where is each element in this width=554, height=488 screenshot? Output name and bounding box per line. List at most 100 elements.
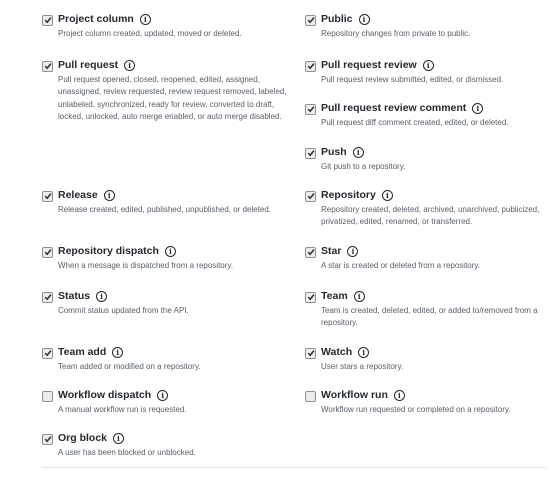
event-description: Pull request review submitted, edited, o…: [321, 75, 504, 84]
info-icon[interactable]: i: [393, 389, 405, 401]
event-description: A star is created or deleted from a repo…: [321, 261, 481, 270]
event-description: Pull request diff comment created, edite…: [321, 118, 509, 127]
event-description: Repository changes from private to publi…: [321, 29, 471, 38]
repository-checkbox[interactable]: [305, 190, 316, 202]
team-checkbox[interactable]: [305, 291, 316, 303]
checkmark-icon: [44, 63, 52, 70]
event-repository-dispatch: Repository dispatch i When a message is …: [42, 244, 292, 272]
info-icon[interactable]: i: [381, 189, 393, 201]
info-icon[interactable]: i: [347, 245, 359, 257]
project-column-checkbox[interactable]: [42, 14, 53, 26]
section-divider: [42, 467, 547, 468]
public-checkbox[interactable]: [305, 14, 316, 26]
checkmark-icon: [307, 350, 315, 357]
checkmark-icon: [44, 436, 52, 443]
org-block-checkbox[interactable]: [42, 433, 53, 445]
checkmark-icon: [307, 106, 315, 113]
event-title[interactable]: Repository: [321, 189, 376, 201]
event-pull-request-review: Pull request review i Pull request revie…: [305, 58, 550, 86]
event-title[interactable]: Push: [321, 146, 347, 158]
event-title[interactable]: Status: [58, 290, 90, 302]
event-title[interactable]: Release: [58, 189, 98, 201]
event-title[interactable]: Org block: [58, 432, 107, 444]
checkmark-icon: [44, 17, 52, 24]
event-title[interactable]: Watch: [321, 346, 352, 358]
status-checkbox[interactable]: [42, 291, 53, 303]
event-project-column: Project column i Project column created,…: [42, 12, 292, 40]
star-checkbox[interactable]: [305, 246, 316, 258]
repository-dispatch-checkbox[interactable]: [42, 246, 53, 258]
event-status: Status i Commit status updated from the …: [42, 289, 292, 317]
event-title[interactable]: Star: [321, 245, 341, 257]
pull-request-checkbox[interactable]: [42, 60, 53, 72]
event-title[interactable]: Pull request: [58, 59, 118, 71]
event-title[interactable]: Team: [321, 290, 348, 302]
info-icon[interactable]: i: [472, 102, 484, 114]
info-icon[interactable]: i: [358, 13, 370, 25]
event-push: Push i Git push to a repository.: [305, 145, 550, 173]
push-checkbox[interactable]: [305, 147, 316, 159]
info-icon[interactable]: i: [103, 189, 115, 201]
info-icon[interactable]: i: [358, 346, 370, 358]
info-icon[interactable]: i: [139, 13, 151, 25]
watch-checkbox[interactable]: [305, 347, 316, 359]
event-public: Public i Repository changes from private…: [305, 12, 550, 40]
info-icon[interactable]: i: [113, 432, 125, 444]
event-description: Git push to a repository.: [321, 162, 406, 171]
event-description: Team is created, deleted, edited, or add…: [321, 306, 538, 328]
info-icon[interactable]: i: [352, 146, 364, 158]
pull-request-review-checkbox[interactable]: [305, 60, 316, 72]
event-description: Project column created, updated, moved o…: [58, 29, 242, 38]
info-icon[interactable]: i: [157, 389, 169, 401]
event-description: User stars a repository.: [321, 362, 404, 371]
info-icon[interactable]: i: [353, 290, 365, 302]
event-org-block: Org block i A user has been blocked or u…: [42, 431, 292, 459]
event-release: Release i Release created, edited, publi…: [42, 188, 292, 216]
event-title[interactable]: Team add: [58, 346, 106, 358]
checkmark-icon: [307, 193, 315, 200]
event-title[interactable]: Repository dispatch: [58, 245, 159, 257]
event-title[interactable]: Pull request review: [321, 59, 417, 71]
event-description: Commit status updated from the API.: [58, 306, 189, 315]
info-icon[interactable]: i: [124, 59, 136, 71]
event-description: Workflow run requested or completed on a…: [321, 405, 511, 414]
info-icon[interactable]: i: [96, 290, 108, 302]
event-star: Star i A star is created or deleted from…: [305, 244, 550, 272]
info-icon[interactable]: i: [112, 346, 124, 358]
event-title[interactable]: Project column: [58, 13, 134, 25]
event-description: A user has been blocked or unblocked.: [58, 448, 196, 457]
event-description: Release created, edited, published, unpu…: [58, 205, 272, 214]
event-watch: Watch i User stars a repository.: [305, 345, 550, 373]
checkmark-icon: [307, 17, 315, 24]
event-team-add: Team add i Team added or modified on a r…: [42, 345, 292, 373]
event-workflow-dispatch: Workflow dispatch i A manual workflow ru…: [42, 388, 292, 416]
event-title[interactable]: Workflow dispatch: [58, 389, 151, 401]
workflow-dispatch-checkbox[interactable]: [42, 390, 53, 402]
checkmark-icon: [307, 294, 315, 301]
event-title[interactable]: Pull request review comment: [321, 102, 466, 114]
checkmark-icon: [44, 249, 52, 256]
release-checkbox[interactable]: [42, 190, 53, 202]
checkmark-icon: [307, 150, 315, 157]
team-add-checkbox[interactable]: [42, 347, 53, 359]
event-description: Team added or modified on a repository.: [58, 362, 201, 371]
event-description: A manual workflow run is requested.: [58, 405, 187, 414]
info-icon[interactable]: i: [422, 59, 434, 71]
event-pull-request: Pull request i Pull request opened, clos…: [42, 58, 292, 124]
event-workflow-run: Workflow run i Workflow run requested or…: [305, 388, 550, 416]
event-description: Repository created, deleted, archived, u…: [321, 205, 540, 227]
checkmark-icon: [307, 63, 315, 70]
checkmark-icon: [44, 193, 52, 200]
pull-request-review-comment-checkbox[interactable]: [305, 103, 316, 115]
event-pull-request-review-comment: Pull request review comment i Pull reque…: [305, 101, 550, 129]
event-description: When a message is dispatched from a repo…: [58, 261, 234, 270]
event-description: Pull request opened, closed, reopened, e…: [58, 75, 287, 122]
checkmark-icon: [307, 249, 315, 256]
checkmark-icon: [44, 350, 52, 357]
workflow-run-checkbox[interactable]: [305, 390, 316, 402]
event-team: Team i Team is created, deleted, edited,…: [305, 289, 550, 330]
info-icon[interactable]: i: [164, 245, 176, 257]
event-title[interactable]: Public: [321, 13, 353, 25]
event-repository: Repository i Repository created, deleted…: [305, 188, 550, 229]
event-title[interactable]: Workflow run: [321, 389, 388, 401]
